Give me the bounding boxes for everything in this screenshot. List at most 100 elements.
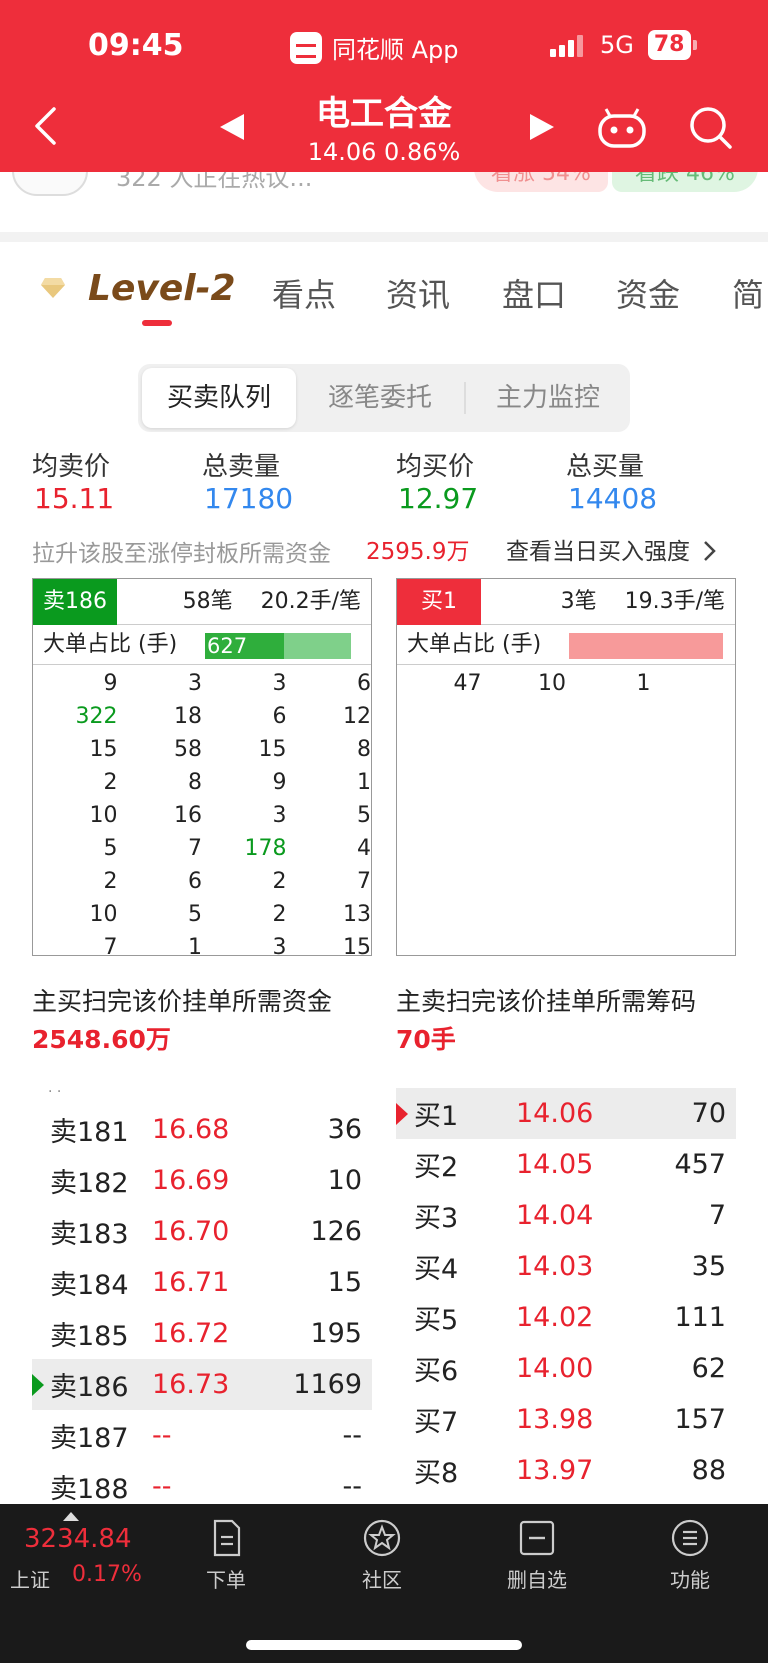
buy-queue-grid: 47 10 1 xyxy=(397,667,735,700)
sell-book-row[interactable]: 卖182 16.69 10 xyxy=(32,1155,372,1206)
sell-queue-orders: 58笔 xyxy=(182,589,233,614)
sell-sweep-label: 主卖扫完该价挂单所需筹码 xyxy=(396,987,697,1016)
vote-up-button[interactable]: 看涨 54% xyxy=(474,172,608,192)
sell-queue-cell: 4 xyxy=(357,836,371,861)
sell-book-row[interactable]: 卖181 16.68 36 xyxy=(32,1104,372,1155)
buy-book-row[interactable]: 买5 14.02 111 xyxy=(396,1292,736,1343)
sell-book-price: -- xyxy=(152,1420,172,1451)
buy-book-row[interactable]: 买4 14.03 35 xyxy=(396,1241,736,1292)
index-value[interactable]: 3234.84 xyxy=(24,1524,132,1554)
avg-sell-value: 15.11 xyxy=(34,482,115,515)
sell-book-price: 16.69 xyxy=(152,1165,230,1196)
buy-queue-row: 47 10 1 xyxy=(397,667,735,700)
sell-queue-row: 10 5 2 13 xyxy=(33,898,372,931)
buy-book-vol: 111 xyxy=(674,1302,726,1333)
sell-book-row[interactable]: 卖183 16.70 126 xyxy=(32,1206,372,1257)
sell-queue-grid: 9 3 3 6 322 18 6 12 15 58 15 8 2 8 9 1 10 16 3 5 5 7 178 4 2 6 2 7 1… xyxy=(33,667,372,964)
index-name: 上证 xyxy=(10,1568,50,1592)
segment-queue[interactable]: 买卖队列 xyxy=(142,368,296,428)
buy-book-price: 14.02 xyxy=(516,1302,594,1333)
sell-queue-cell: 6 xyxy=(357,671,371,696)
buy-book-vol: 7 xyxy=(708,1200,726,1231)
tab-highlights[interactable]: 看点 xyxy=(272,270,336,316)
tab-profile[interactable]: 简 xyxy=(732,270,764,316)
sell-queue-cell: 3 xyxy=(272,803,287,828)
next-stock-icon[interactable] xyxy=(530,114,554,140)
buy-book-vol: 157 xyxy=(674,1404,726,1435)
buy-strength-link[interactable]: 查看当日买入强度 xyxy=(506,532,717,566)
tab-news[interactable]: 资讯 xyxy=(386,270,450,316)
status-app-name: 同花顺 App xyxy=(332,36,459,64)
tab-funds[interactable]: 资金 xyxy=(616,270,680,316)
battery-icon: 78 xyxy=(647,30,691,60)
sell-big-order-label: 大单占比 (手) xyxy=(43,632,178,657)
buy-book-row[interactable]: 买6 14.00 62 xyxy=(396,1343,736,1394)
sell-queue-cell: 2 xyxy=(272,902,287,927)
chevron-right-icon xyxy=(704,541,717,561)
buy-book-vol: 70 xyxy=(691,1098,726,1129)
sell-queue-cell: 7 xyxy=(188,836,202,861)
sell-book-row[interactable]: 卖184 16.71 15 xyxy=(32,1257,372,1308)
sell-book-vol: 195 xyxy=(310,1318,362,1349)
buy-book-price: 14.04 xyxy=(516,1200,594,1231)
buy-book-name: 买8 xyxy=(414,1458,459,1489)
buy-queue-avg: 19.3手/笔 xyxy=(624,589,725,614)
buy-book-price: 14.00 xyxy=(516,1353,594,1384)
community-button[interactable]: 社区 xyxy=(322,1518,442,1593)
search-icon[interactable] xyxy=(686,104,734,152)
buy-book-vol: 457 xyxy=(674,1149,726,1180)
buy-book-row[interactable]: 买3 14.04 7 xyxy=(396,1190,736,1241)
buy-book-row[interactable]: 买8 13.97 88 xyxy=(396,1445,736,1496)
discussion-text[interactable]: 322 人正在热议... xyxy=(116,172,312,193)
sell-queue-cell: 5 xyxy=(188,902,202,927)
app-logo-icon xyxy=(290,31,322,64)
sell-book-row[interactable]: 卖187 -- -- xyxy=(32,1410,372,1461)
buy-queue-header: 买1 3笔 19.3手/笔 xyxy=(397,579,735,625)
vote-down-button[interactable]: 看跌 46% xyxy=(612,172,758,192)
sell-book-row[interactable]: 卖186 16.73 1169 xyxy=(32,1359,372,1410)
order-button[interactable]: 下单 xyxy=(166,1518,286,1593)
buy-book-price: 13.98 xyxy=(516,1404,594,1435)
discussion-strip: 322 人正在热议... 看涨 54% 看跌 46% xyxy=(0,172,768,232)
sell-queue-avg: 20.2手/笔 xyxy=(260,589,361,614)
buy-strength-label: 查看当日买入强度 xyxy=(506,539,690,565)
tab-orderbook[interactable]: 盘口 xyxy=(502,270,566,316)
network-label: 5G xyxy=(600,31,634,59)
sell-queue-cell: 13 xyxy=(343,902,371,927)
buy-book-price: 13.97 xyxy=(516,1455,594,1486)
buy-book-name: 买7 xyxy=(414,1407,459,1438)
sell-book-vol: 1169 xyxy=(293,1369,362,1400)
current-level-marker-icon xyxy=(396,1102,408,1125)
sell-book-name: 卖186 xyxy=(50,1372,129,1403)
total-sell-label: 总卖量 xyxy=(202,452,281,482)
sell-queue-level-badge: 卖186 xyxy=(33,579,117,625)
buy-queue-level-badge: 买1 xyxy=(397,579,481,625)
sell-queue-row: 2 6 2 7 xyxy=(33,865,372,898)
remove-watchlist-button[interactable]: 删自选 xyxy=(477,1518,597,1593)
sell-queue-panel: 卖186 58笔 20.2手/笔 大单占比 (手) 627 9 3 3 6 322 18 6… xyxy=(32,578,372,960)
tab-level2[interactable]: Level-2 xyxy=(88,268,236,309)
buy-book-row[interactable]: 买1 14.06 70 xyxy=(396,1088,736,1139)
home-indicator[interactable] xyxy=(246,1640,522,1650)
sell-big-order-row: 大单占比 (手) 627 xyxy=(33,625,371,665)
caret-up-icon[interactable] xyxy=(63,1512,79,1521)
robot-assistant-icon[interactable] xyxy=(596,106,648,150)
status-app-indicator[interactable]: 同花顺 App xyxy=(290,30,459,65)
discussion-avatar[interactable] xyxy=(12,172,88,196)
buy-book-row[interactable]: 买7 13.98 157 xyxy=(396,1394,736,1445)
sell-book-row[interactable]: 卖185 16.72 195 xyxy=(32,1308,372,1359)
sell-queue-cell: 1 xyxy=(357,770,371,795)
sell-queue-cell: 6 xyxy=(188,869,202,894)
total-sell-value: 17180 xyxy=(204,482,294,515)
function-button[interactable]: 功能 xyxy=(630,1518,750,1593)
sell-book-name: 卖184 xyxy=(50,1270,129,1301)
sell-queue-cell: 3 xyxy=(272,671,287,696)
sell-book-vol: -- xyxy=(342,1471,363,1502)
buy-book-row[interactable]: 买2 14.05 457 xyxy=(396,1139,736,1190)
sell-queue-cell: 178 xyxy=(244,836,287,861)
segment-main-monitor[interactable]: 主力监控 xyxy=(468,364,628,432)
sell-queue-row: 2 8 9 1 xyxy=(33,766,372,799)
sell-queue-cell: 10 xyxy=(89,803,118,828)
avg-buy-value: 12.97 xyxy=(398,482,479,515)
segment-tick-orders[interactable]: 逐笔委托 xyxy=(298,364,462,432)
